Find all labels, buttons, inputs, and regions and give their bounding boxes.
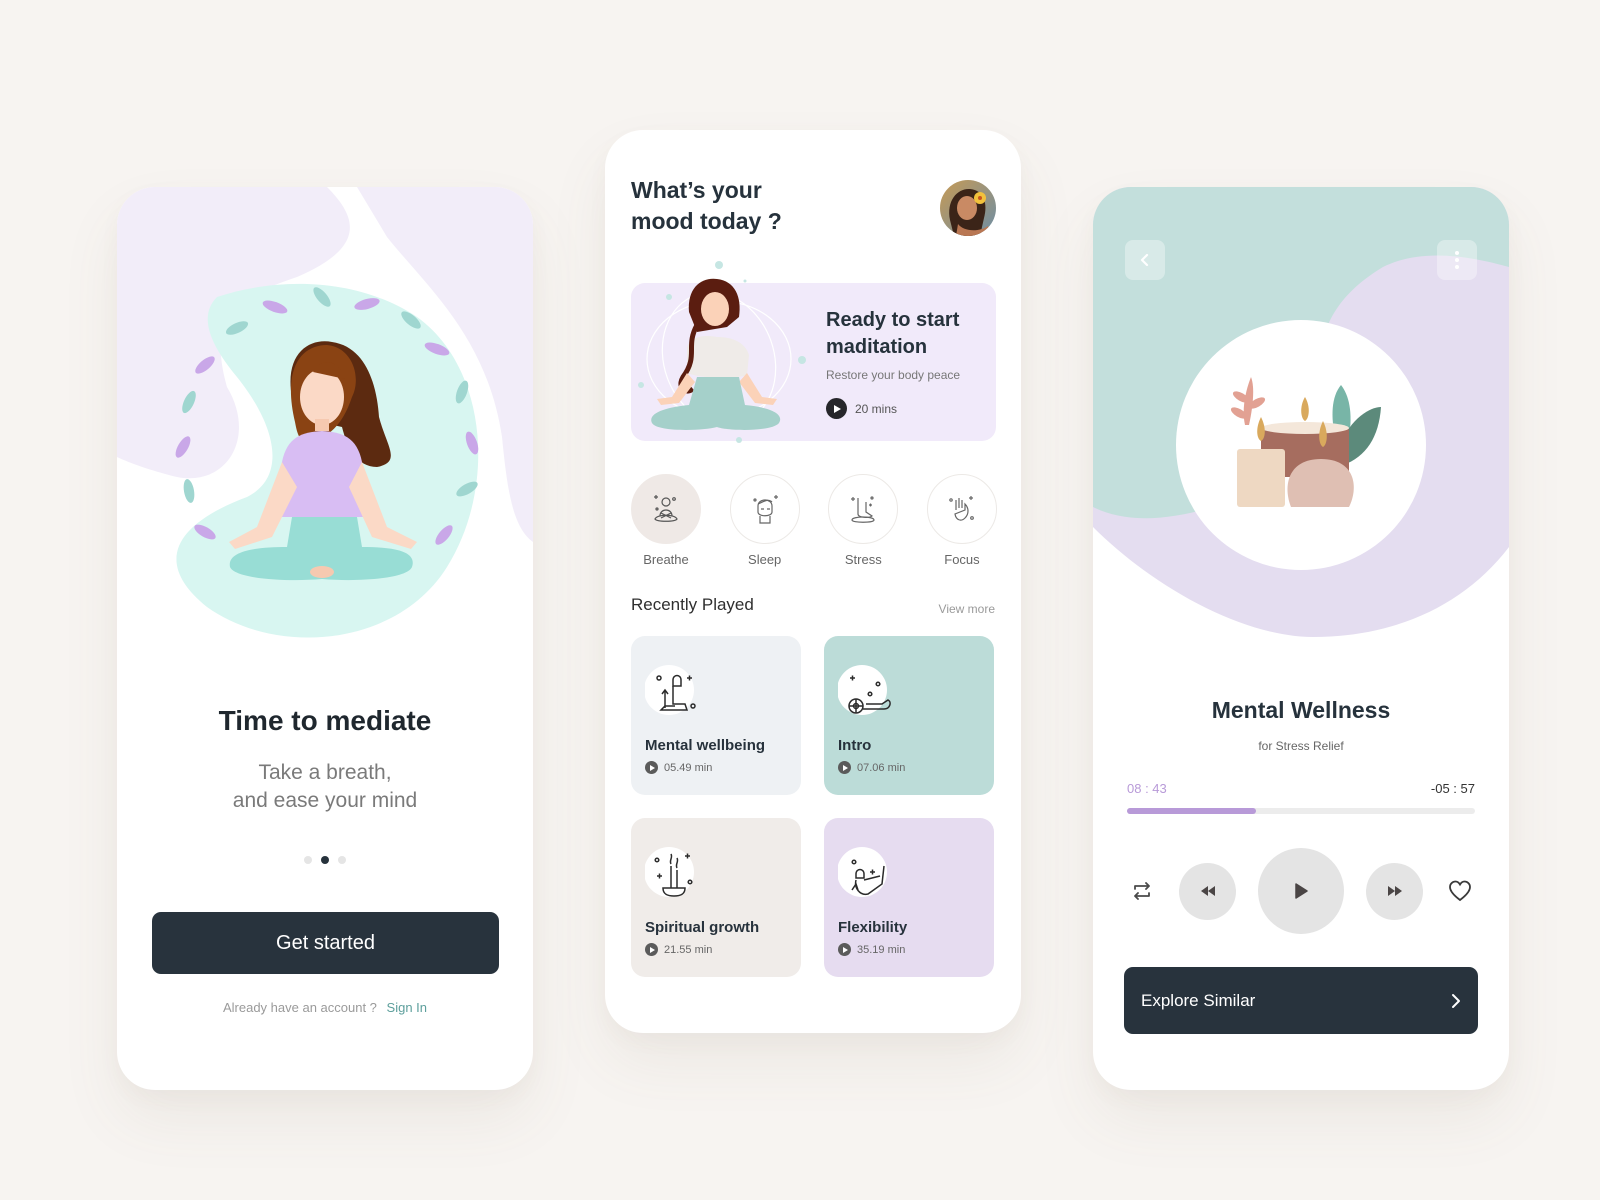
mood-stress[interactable]: Stress	[828, 474, 899, 567]
recent-card-duration: 35.19 min	[838, 943, 905, 956]
recent-card-spiritual-growth[interactable]: Spiritual growth 21.55 min	[631, 818, 801, 977]
avatar[interactable]	[940, 180, 996, 236]
more-vertical-icon	[1455, 251, 1459, 269]
recent-card-title: Flexibility	[838, 919, 908, 936]
greeting-line-2: mood today ?	[631, 208, 782, 234]
track-subtitle: for Stress Relief	[1258, 739, 1344, 753]
banner-title-line-1: Ready to start	[826, 309, 960, 331]
duration-text: 35.19 min	[857, 943, 906, 956]
recently-played-grid: Mental wellbeing 05.49 min Intro 07.06 m…	[631, 636, 997, 977]
meditation-illustration	[117, 187, 533, 638]
play-icon[interactable]	[838, 761, 851, 774]
sleeping-face-icon	[753, 495, 778, 524]
signin-prompt: Already have an account ? Sign In	[117, 1000, 533, 1015]
play-icon[interactable]	[645, 761, 658, 774]
recent-card-mental-wellbeing[interactable]: Mental wellbeing 05.49 min	[631, 636, 801, 795]
focus-hand-icon	[949, 496, 974, 521]
page-dot-2[interactable]	[321, 856, 329, 864]
duration-text: 21.55 min	[664, 943, 713, 956]
player-screen: Mental Wellness for Stress Relief 08 : 4…	[1093, 187, 1509, 1090]
get-started-button[interactable]: Get started	[152, 912, 499, 974]
more-options-button[interactable]	[1437, 240, 1477, 280]
subtitle-line-2: and ease your mind	[232, 789, 418, 812]
favorite-button[interactable]	[1445, 876, 1475, 906]
subtitle-line-1: Take a breath,	[258, 761, 392, 784]
meditating-person-icon	[654, 495, 678, 522]
playback-controls	[1127, 848, 1475, 934]
progress-fill	[1127, 808, 1256, 814]
lying-person-icon	[838, 665, 891, 715]
play-button[interactable]	[1258, 848, 1344, 934]
mood-selector: Breathe Sleep Stress Focus	[631, 474, 997, 567]
banner-subtitle: Restore your body peace	[826, 368, 961, 382]
recent-card-title: Mental wellbeing	[645, 737, 766, 754]
onboarding-screen: Time to mediate Take a breath, and ease …	[117, 187, 533, 1090]
track-title: Mental Wellness	[1211, 697, 1391, 723]
page-dot-3[interactable]	[338, 856, 346, 864]
fast-forward-icon	[1387, 886, 1402, 896]
play-icon[interactable]	[826, 398, 847, 419]
mood-sleep[interactable]: Sleep	[729, 474, 800, 567]
duration-text: 07.06 min	[857, 761, 906, 774]
play-icon	[1295, 883, 1308, 899]
home-screen: What’s your mood today ? Ready to start …	[605, 130, 1021, 1033]
back-button[interactable]	[1125, 240, 1165, 280]
view-more-link[interactable]: View more	[939, 602, 995, 616]
incense-icon	[645, 847, 694, 897]
page-indicator	[117, 856, 533, 864]
explore-similar-button[interactable]: Explore Similar	[1124, 967, 1478, 1034]
mood-focus[interactable]: Focus	[926, 474, 997, 567]
remaining-time: -05 : 57	[1430, 781, 1475, 796]
recent-card-duration: 21.55 min	[645, 943, 712, 956]
recent-card-duration: 07.06 min	[838, 761, 905, 774]
recently-played-heading: Recently Played	[631, 595, 754, 614]
mood-greeting: What’s your mood today ?	[631, 175, 782, 237]
recent-card-duration: 05.49 min	[645, 761, 712, 774]
chevron-right-icon	[1452, 993, 1460, 1008]
rewind-button[interactable]	[1179, 862, 1236, 920]
banner-play-row[interactable]: 20 mins	[826, 398, 897, 419]
fast-forward-button[interactable]	[1366, 862, 1423, 920]
play-icon[interactable]	[645, 943, 658, 956]
stress-foot-icon	[851, 496, 875, 523]
playback-progress-bar[interactable]	[1127, 808, 1475, 814]
onboarding-title: Time to mediate	[218, 705, 432, 736]
recent-card-title: Spiritual growth	[645, 919, 760, 936]
stretching-person-icon	[838, 847, 887, 897]
mood-breathe[interactable]: Breathe	[631, 474, 701, 567]
mood-label: Breathe	[643, 552, 689, 567]
explore-similar-label: Explore Similar	[1141, 990, 1256, 1010]
account-prompt-text: Already have an account ?	[222, 1000, 377, 1015]
duration-text: 05.49 min	[664, 761, 713, 774]
sign-in-link[interactable]: Sign In	[387, 1000, 427, 1015]
recent-card-title: Intro	[838, 737, 872, 754]
recent-card-intro[interactable]: Intro 07.06 min	[824, 636, 994, 795]
banner-duration: 20 mins	[855, 401, 898, 416]
mood-label: Sleep	[748, 552, 782, 567]
repeat-icon	[1134, 882, 1150, 900]
banner-title-line-2: maditation	[826, 336, 928, 358]
rewind-icon	[1200, 886, 1215, 896]
banner-title: Ready to start maditation	[826, 307, 959, 361]
recent-card-flexibility[interactable]: Flexibility 35.19 min	[824, 818, 994, 977]
seated-person-icon	[645, 665, 696, 715]
onboarding-subtitle: Take a breath, and ease your mind	[117, 759, 533, 815]
elapsed-time: 08 : 43	[1127, 781, 1167, 796]
repeat-button[interactable]	[1127, 876, 1157, 906]
greeting-line-1: What’s your	[631, 177, 762, 203]
page-dot-1[interactable]	[304, 856, 312, 864]
chevron-left-icon	[1140, 253, 1149, 267]
meditating-woman-illustration	[638, 261, 806, 443]
mood-label: Stress	[844, 552, 882, 567]
play-icon[interactable]	[838, 943, 851, 956]
heart-icon	[1449, 880, 1471, 902]
meditation-banner[interactable]: Ready to start maditation Restore your b…	[631, 261, 996, 443]
mood-label: Focus	[944, 552, 980, 567]
